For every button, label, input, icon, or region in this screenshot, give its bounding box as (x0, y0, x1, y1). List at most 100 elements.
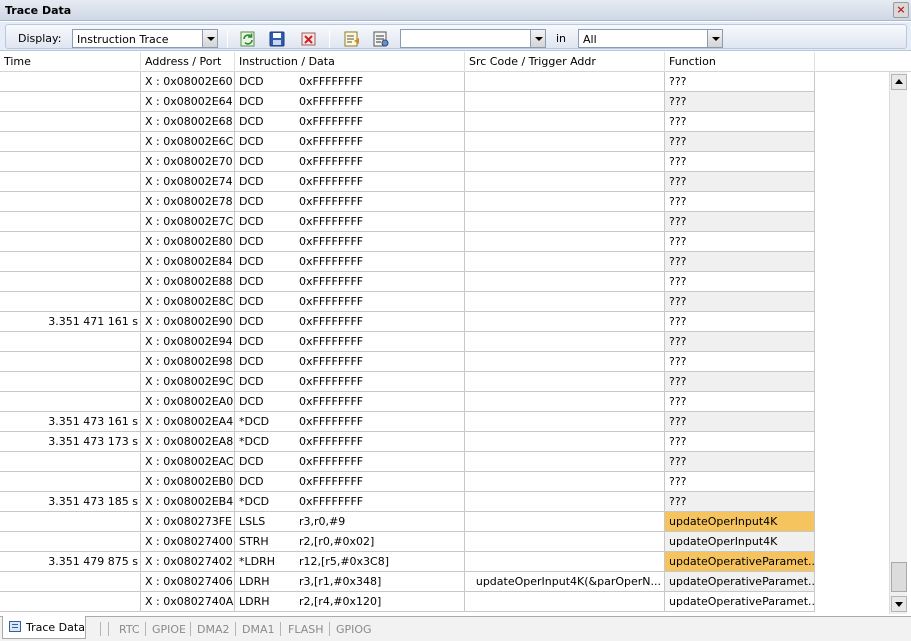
cell-src-code (465, 272, 665, 292)
filter-settings-icon[interactable] (372, 30, 390, 48)
cell-address: X : 0x08002EA4 (141, 412, 235, 432)
save-icon[interactable] (268, 30, 286, 48)
cell-address: X : 0x08002EA8 (141, 432, 235, 452)
table-row[interactable]: X : 0x08002E98 DCD 0xFFFFFFFF??? (0, 352, 889, 372)
cell-time (0, 392, 141, 412)
table-row[interactable]: X : 0x08027406 LDRH r3,[r1,#0x348] updateOp… (0, 572, 889, 592)
cell-src-code (465, 412, 665, 432)
cell-address: X : 0x08002E68 (141, 112, 235, 132)
table-row[interactable]: X : 0x08002E84 DCD 0xFFFFFFFF??? (0, 252, 889, 272)
chevron-down-icon[interactable] (530, 30, 545, 47)
tab-gpioe[interactable]: GPIOE (152, 623, 186, 636)
tab-flash[interactable]: FLASH (288, 623, 324, 636)
cell-src-code (465, 312, 665, 332)
refresh-icon[interactable] (239, 30, 257, 48)
table-row[interactable]: X : 0x08027400 STRH r2,[r0,#0x02] updateOpe… (0, 532, 889, 552)
table-row[interactable]: X : 0x08002E70 DCD 0xFFFFFFFF??? (0, 152, 889, 172)
instruction-mnemonic: DCD (239, 355, 264, 368)
table-row[interactable]: X : 0x08002E74 DCD 0xFFFFFFFF??? (0, 172, 889, 192)
vertical-scrollbar[interactable] (889, 72, 907, 614)
table-row[interactable]: 3.351 471 161 sX : 0x08002E90 DCD 0xFFFFFF… (0, 312, 889, 332)
cell-time (0, 512, 141, 532)
display-select[interactable]: Instruction Trace (72, 29, 218, 48)
chevron-down-icon[interactable] (202, 30, 217, 47)
instruction-mnemonic: DCD (239, 295, 264, 308)
instruction-mnemonic: DCD (239, 475, 264, 488)
column-header-time[interactable]: Time (0, 52, 141, 72)
table-row[interactable]: X : 0x08002E80 DCD 0xFFFFFFFF??? (0, 232, 889, 252)
table-row[interactable]: 3.351 473 161 sX : 0x08002EA4 *DCD 0xFFFFF… (0, 412, 889, 432)
instruction-mnemonic: LDRH (239, 575, 270, 588)
scope-select[interactable]: All (578, 29, 723, 48)
cell-time (0, 452, 141, 472)
close-icon[interactable]: × (893, 2, 909, 18)
cell-src-code (465, 252, 665, 272)
table-row[interactable]: X : 0x08002E7C DCD 0xFFFFFFFF??? (0, 212, 889, 232)
instruction-operands: 0xFFFFFFFF (299, 495, 364, 508)
table-row[interactable]: 3.351 479 875 sX : 0x08027402 *LDRH r12,[r… (0, 552, 889, 572)
cell-instruction: DCD 0xFFFFFFFF (235, 252, 465, 272)
column-header-instruction[interactable]: Instruction / Data (235, 52, 465, 72)
instruction-operands: 0xFFFFFFFF (299, 335, 364, 348)
instruction-mnemonic: LDRH (239, 595, 270, 608)
instruction-mnemonic: DCD (239, 155, 264, 168)
table-row[interactable]: X : 0x080273FE LSLS r3,r0,#9 updateOperInpu… (0, 512, 889, 532)
cell-function: ??? (665, 492, 815, 512)
table-row[interactable]: X : 0x08002E94 DCD 0xFFFFFFFF??? (0, 332, 889, 352)
cell-instruction: DCD 0xFFFFFFFF (235, 172, 465, 192)
tab-trace-data-label: Trace Data (26, 621, 85, 634)
cell-src-code (465, 152, 665, 172)
column-header-function[interactable]: Function (665, 52, 815, 72)
column-header-src-code[interactable]: Src Code / Trigger Addr (465, 52, 665, 72)
tab-separator (108, 622, 109, 636)
search-combo[interactable] (400, 29, 546, 48)
table-row[interactable]: X : 0x08002E60 DCD 0xFFFFFFFF??? (0, 72, 889, 92)
chevron-down-icon[interactable] (707, 30, 722, 47)
scroll-down-icon[interactable] (891, 596, 907, 612)
table-row[interactable]: X : 0x08002E68 DCD 0xFFFFFFFF??? (0, 112, 889, 132)
scroll-up-icon[interactable] (891, 74, 907, 90)
tab-dma1[interactable]: DMA1 (242, 623, 274, 636)
tab-trace-data[interactable]: Trace Data (2, 616, 86, 639)
tab-separator (190, 622, 191, 636)
instruction-operands: 0xFFFFFFFF (299, 95, 364, 108)
table-row[interactable]: X : 0x08002E64 DCD 0xFFFFFFFF??? (0, 92, 889, 112)
table-row[interactable]: X : 0x08002E8C DCD 0xFFFFFFFF??? (0, 292, 889, 312)
display-label: Display: (18, 32, 62, 45)
cell-function: ??? (665, 412, 815, 432)
tab-rtc[interactable]: RTC (119, 623, 140, 636)
scroll-thumb[interactable] (891, 562, 907, 592)
cell-instruction: LDRH r2,[r4,#0x120] (235, 592, 465, 612)
column-header-address[interactable]: Address / Port (141, 52, 235, 72)
tab-separator (145, 622, 146, 636)
cell-function: ??? (665, 452, 815, 472)
cell-instruction: DCD 0xFFFFFFFF (235, 132, 465, 152)
instruction-operands: 0xFFFFFFFF (299, 255, 364, 268)
tab-gpiog[interactable]: GPIOG (336, 623, 372, 636)
cell-time (0, 232, 141, 252)
table-row[interactable]: X : 0x08002E78 DCD 0xFFFFFFFF??? (0, 192, 889, 212)
cell-function: ??? (665, 372, 815, 392)
cell-instruction: DCD 0xFFFFFFFF (235, 312, 465, 332)
cell-function: ??? (665, 232, 815, 252)
cell-function: ??? (665, 72, 815, 92)
clear-icon[interactable] (300, 30, 318, 48)
instruction-operands: 0xFFFFFFFF (299, 275, 364, 288)
table-row[interactable]: X : 0x08002EB0 DCD 0xFFFFFFFF??? (0, 472, 889, 492)
table-row[interactable]: X : 0x0802740A LDRH r2,[r4,#0x120] updateOp… (0, 592, 889, 612)
table-row[interactable]: 3.351 473 173 sX : 0x08002EA8 *DCD 0xFFFFF… (0, 432, 889, 452)
cell-src-code (465, 352, 665, 372)
table-row[interactable]: X : 0x08002E88 DCD 0xFFFFFFFF??? (0, 272, 889, 292)
export-icon[interactable] (343, 30, 361, 48)
instruction-mnemonic: DCD (239, 175, 264, 188)
cell-time (0, 292, 141, 312)
table-row[interactable]: X : 0x08002E6C DCD 0xFFFFFFFF??? (0, 132, 889, 152)
instruction-mnemonic: DCD (239, 215, 264, 228)
tab-dma2[interactable]: DMA2 (197, 623, 229, 636)
table-row[interactable]: 3.351 473 185 sX : 0x08002EB4 *DCD 0xFFFFF… (0, 492, 889, 512)
instruction-operands: 0xFFFFFFFF (299, 235, 364, 248)
table-row[interactable]: X : 0x08002EAC DCD 0xFFFFFFFF??? (0, 452, 889, 472)
table-row[interactable]: X : 0x08002E9C DCD 0xFFFFFFFF??? (0, 372, 889, 392)
table-row[interactable]: X : 0x08002EA0 DCD 0xFFFFFFFF??? (0, 392, 889, 412)
cell-src-code (465, 592, 665, 612)
